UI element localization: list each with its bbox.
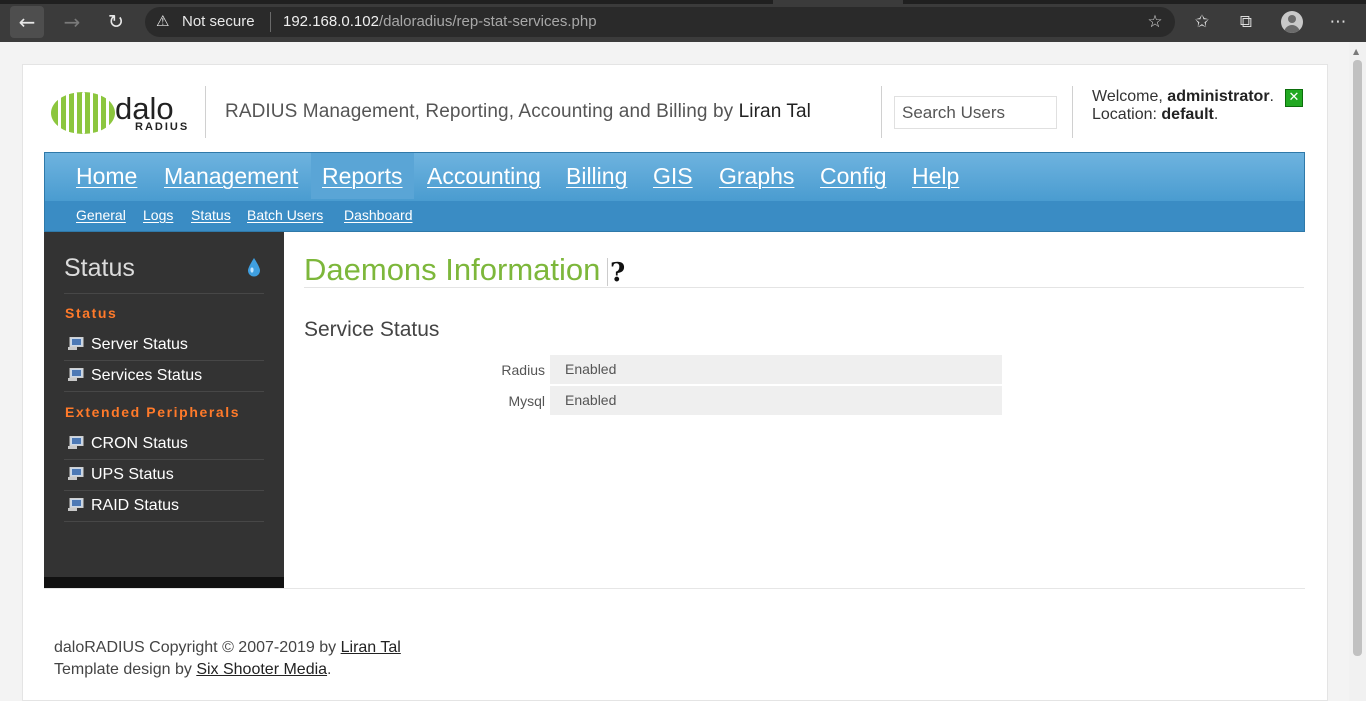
sidebar-divider xyxy=(64,293,264,294)
add-favorite-icon[interactable]: ☆ xyxy=(1143,10,1167,34)
footer-period: . xyxy=(327,661,332,678)
tagline-text: RADIUS Management, Reporting, Accounting… xyxy=(225,101,734,122)
sidebar-link-label: RAID Status xyxy=(91,497,180,514)
collections-icon[interactable]: ⧉ xyxy=(1234,10,1258,34)
search-users-input[interactable] xyxy=(894,96,1057,129)
tagline-author: Liran Tal xyxy=(738,101,811,122)
sidebar-link-label: Services Status xyxy=(91,367,203,384)
template-designer-link[interactable]: Six Shooter Media xyxy=(196,661,327,678)
subnav-dashboard[interactable]: Dashboard xyxy=(344,207,413,223)
template-credit-text: Template design by xyxy=(54,661,192,678)
daloradius-logo[interactable]: dalo RADIUS xyxy=(49,90,199,136)
nav-graphs[interactable]: Graphs xyxy=(708,153,805,199)
monitor-icon xyxy=(68,337,84,350)
logout-icon[interactable]: ✕ xyxy=(1285,89,1303,107)
sidebar-divider xyxy=(64,391,264,392)
sidebar-link-services-status[interactable]: Services Status xyxy=(68,361,264,391)
sidebar-title: Status xyxy=(64,254,135,282)
security-label[interactable]: Not secure xyxy=(182,13,255,30)
nav-accounting[interactable]: Accounting xyxy=(416,153,552,199)
address-divider xyxy=(270,12,271,32)
subnav-status[interactable]: Status xyxy=(191,207,231,223)
welcome-block: Welcome, administrator. Location: defaul… xyxy=(1092,88,1274,123)
subnav-general[interactable]: General xyxy=(76,207,126,223)
sidebar-link-label: Server Status xyxy=(91,336,188,353)
sidebar-link-label: CRON Status xyxy=(91,435,188,452)
welcome-label: Welcome, xyxy=(1092,88,1163,105)
monitor-icon xyxy=(68,467,84,480)
service-status-value: Enabled xyxy=(550,355,1002,384)
header-divider xyxy=(1072,86,1073,138)
sidebar-section-status: Status xyxy=(65,305,118,321)
sidebar-section-extended-peripherals: Extended Peripherals xyxy=(65,404,241,420)
footer-divider xyxy=(44,588,1305,589)
monitor-icon xyxy=(68,368,84,381)
nav-sub-bar: General Logs Status Batch Users Dashboar… xyxy=(45,201,1304,231)
header-divider xyxy=(205,86,206,138)
service-name: Mysql xyxy=(508,393,545,409)
url-text[interactable]: 192.168.0.102/daloradius/rep-stat-servic… xyxy=(283,13,597,30)
username: administrator xyxy=(1167,88,1270,105)
sidebar-link-label: UPS Status xyxy=(91,466,174,483)
active-tab-indicator xyxy=(773,0,903,4)
url-path: /daloradius/rep-stat-services.php xyxy=(378,13,597,30)
more-menu-icon[interactable]: ⋯ xyxy=(1326,10,1350,34)
nav-config[interactable]: Config xyxy=(809,153,897,199)
browser-toolbar: ← → ↻ ⚠ Not secure 192.168.0.102/dalorad… xyxy=(0,0,1366,42)
sidebar-link-ups-status[interactable]: UPS Status xyxy=(68,460,264,490)
sidebar-link-cron-status[interactable]: CRON Status xyxy=(68,429,264,459)
nav-management[interactable]: Management xyxy=(153,153,309,199)
copyright-text: daloRADIUS Copyright © 2007-2019 by xyxy=(54,639,337,656)
nav-gis[interactable]: GIS xyxy=(642,153,704,199)
location-label: Location: xyxy=(1092,106,1157,123)
author-link[interactable]: Liran Tal xyxy=(341,639,401,656)
tab-strip xyxy=(0,0,1366,4)
location-value: default xyxy=(1161,106,1214,123)
footer: daloRADIUS Copyright © 2007-2019 by Lira… xyxy=(54,637,401,681)
sidebar-link-raid-status[interactable]: RAID Status xyxy=(68,491,264,521)
header-divider xyxy=(881,86,882,138)
profile-avatar-icon[interactable] xyxy=(1281,11,1303,33)
nav-help[interactable]: Help xyxy=(901,153,970,199)
back-arrow-icon[interactable]: ← xyxy=(10,6,44,38)
water-drop-icon xyxy=(248,258,260,277)
title-divider xyxy=(607,258,608,286)
favorites-icon[interactable]: ✩ xyxy=(1190,10,1214,34)
nav-main-bar: Home Management Reports Accounting Billi… xyxy=(45,153,1304,201)
forward-arrow-icon[interactable]: → xyxy=(55,6,89,38)
reload-icon[interactable]: ↻ xyxy=(99,6,133,38)
logo-subtext: RADIUS xyxy=(135,121,189,133)
warning-icon[interactable]: ⚠ xyxy=(156,12,174,30)
service-status-heading: Service Status xyxy=(304,318,440,341)
sidebar-divider xyxy=(64,521,264,522)
site-tagline: RADIUS Management, Reporting, Accounting… xyxy=(225,101,811,123)
main-navigation: Home Management Reports Accounting Billi… xyxy=(44,152,1305,232)
help-icon[interactable]: ? xyxy=(610,258,625,288)
scroll-up-arrow-icon[interactable]: ▲ xyxy=(1353,47,1359,56)
service-name: Radius xyxy=(501,362,545,378)
nav-home[interactable]: Home xyxy=(65,153,148,199)
subnav-batch-users[interactable]: Batch Users xyxy=(247,207,323,223)
monitor-icon xyxy=(68,436,84,449)
monitor-icon xyxy=(68,498,84,511)
sidebar-link-server-status[interactable]: Server Status xyxy=(68,330,264,360)
url-host: 192.168.0.102 xyxy=(283,13,379,30)
nav-billing[interactable]: Billing xyxy=(555,153,638,199)
service-status-value: Enabled xyxy=(550,386,1002,415)
scroll-thumb[interactable] xyxy=(1353,60,1362,656)
page-title: Daemons Information xyxy=(304,252,601,287)
nav-reports[interactable]: Reports xyxy=(311,153,414,199)
subnav-logs[interactable]: Logs xyxy=(143,207,173,223)
sidebar-footer-bar xyxy=(44,577,284,588)
title-underline xyxy=(304,287,1304,288)
